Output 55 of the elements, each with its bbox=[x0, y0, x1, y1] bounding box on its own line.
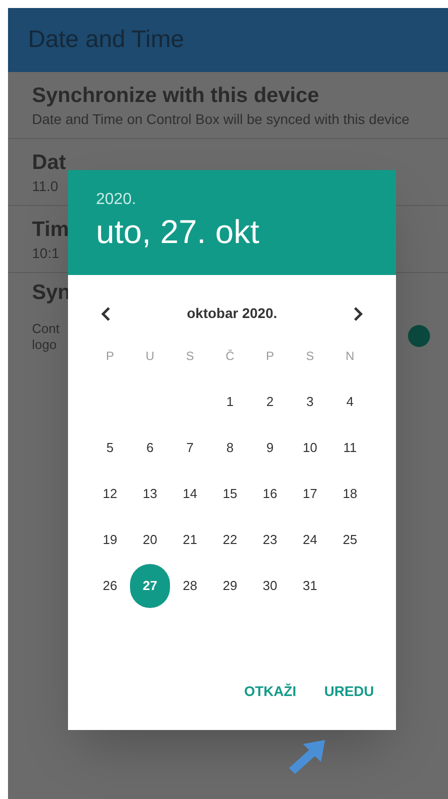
day-button[interactable]: 21 bbox=[172, 522, 208, 558]
day-button[interactable]: 10 bbox=[292, 430, 328, 466]
day-button[interactable]: 2 bbox=[252, 384, 288, 420]
setting-title: Dat bbox=[32, 150, 66, 176]
day-button[interactable]: 19 bbox=[92, 522, 128, 558]
weekday-label: S bbox=[186, 348, 194, 365]
weekday-label: Č bbox=[226, 348, 234, 365]
day-button[interactable]: 6 bbox=[132, 430, 168, 466]
day-button[interactable]: 27 bbox=[130, 564, 170, 608]
day-button[interactable]: 9 bbox=[252, 430, 288, 466]
setting-subtitle: 10:1 bbox=[32, 244, 60, 262]
chevron-right-icon[interactable] bbox=[352, 306, 364, 320]
chevron-left-icon[interactable] bbox=[100, 306, 112, 320]
day-button[interactable]: 14 bbox=[172, 476, 208, 512]
day-button[interactable]: 26 bbox=[92, 568, 128, 604]
day-button[interactable]: 25 bbox=[332, 522, 368, 558]
weekday-label: U bbox=[146, 348, 154, 365]
day-button[interactable]: 7 bbox=[172, 430, 208, 466]
setting-title: Tim bbox=[32, 217, 69, 243]
day-button[interactable]: 5 bbox=[92, 430, 128, 466]
day-button[interactable]: 20 bbox=[132, 522, 168, 558]
weekday-label: S bbox=[306, 348, 314, 365]
toggle-switch[interactable] bbox=[408, 325, 430, 347]
setting-subtitle: Cont bbox=[32, 321, 60, 337]
day-button[interactable]: 1 bbox=[212, 384, 248, 420]
day-button[interactable]: 3 bbox=[292, 384, 328, 420]
day-button[interactable]: 22 bbox=[212, 522, 248, 558]
setting-title: Syn bbox=[32, 280, 71, 306]
day-button[interactable]: 24 bbox=[292, 522, 328, 558]
setting-title: Synchronize with this device bbox=[32, 83, 320, 109]
day-button[interactable]: 11 bbox=[332, 430, 368, 466]
day-button[interactable]: 13 bbox=[132, 476, 168, 512]
weekday-label: P bbox=[106, 348, 114, 365]
pointer-arrow-icon bbox=[287, 738, 327, 776]
day-button[interactable]: 31 bbox=[292, 568, 328, 604]
setting-subtitle: logo bbox=[32, 337, 57, 353]
day-button[interactable]: 23 bbox=[252, 522, 288, 558]
setting-subtitle: 11.0 bbox=[32, 177, 58, 195]
day-button[interactable]: 15 bbox=[212, 476, 248, 512]
selected-date: uto, 27. okt bbox=[96, 212, 260, 252]
month-label: oktobar 2020. bbox=[186, 304, 278, 323]
day-button[interactable]: 17 bbox=[292, 476, 328, 512]
day-button[interactable]: 29 bbox=[212, 568, 248, 604]
dialog-button[interactable]: UREDU bbox=[314, 673, 384, 710]
day-button[interactable]: 8 bbox=[212, 430, 248, 466]
day-button[interactable]: 18 bbox=[332, 476, 368, 512]
day-button[interactable]: 30 bbox=[252, 568, 288, 604]
day-button[interactable]: 4 bbox=[332, 384, 368, 420]
dialog-button[interactable]: OTKAŽI bbox=[234, 673, 306, 710]
day-button[interactable]: 16 bbox=[252, 476, 288, 512]
day-button[interactable]: 28 bbox=[172, 568, 208, 604]
setting-subtitle: Date and Time on Control Box will be synced with this device bbox=[32, 110, 410, 128]
weekday-label: P bbox=[266, 348, 274, 365]
weekday-label: N bbox=[346, 348, 354, 365]
day-button[interactable]: 12 bbox=[92, 476, 128, 512]
